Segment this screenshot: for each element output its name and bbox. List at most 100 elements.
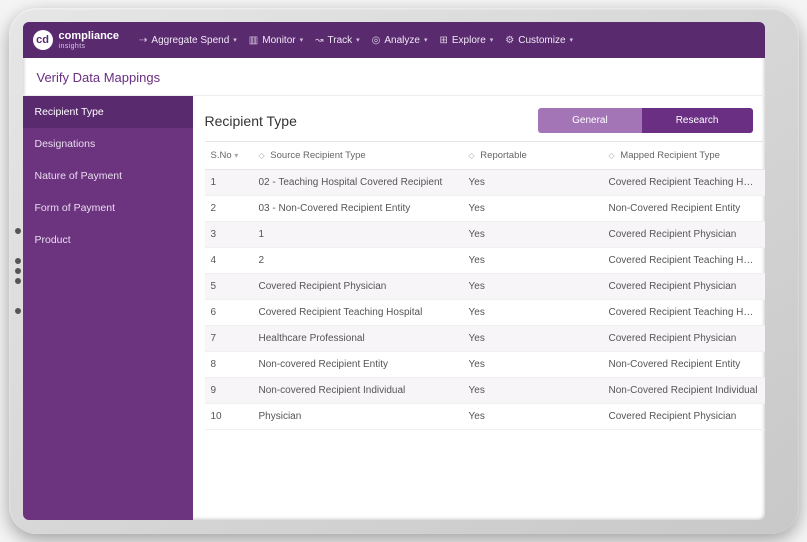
sort-icon: ◇ (469, 151, 475, 160)
col-label: Mapped Recipient Type (620, 150, 720, 161)
cell-mapped: Covered Recipient Physician (603, 404, 765, 430)
cell-source: Non-covered Recipient Entity (253, 352, 463, 378)
table-row[interactable]: 31YesCovered Recipient Physician (205, 222, 765, 248)
chevron-down-icon: ▾ (424, 36, 428, 44)
cell-mapped: Covered Recipient Teaching Hospital (603, 248, 765, 274)
cell-source: 1 (253, 222, 463, 248)
brand[interactable]: cd compliance insights (33, 30, 120, 50)
table-row[interactable]: 5Covered Recipient PhysicianYesCovered R… (205, 274, 765, 300)
cell-reportable: Yes (463, 378, 603, 404)
nav-label: Track (328, 35, 353, 46)
sidebar: Recipient Type Designations Nature of Pa… (23, 96, 193, 520)
cell-reportable: Yes (463, 196, 603, 222)
chevron-down-icon: ▾ (233, 36, 237, 44)
top-navigation: cd compliance insights ⇢ Aggregate Spend… (23, 22, 765, 58)
cell-sno: 9 (205, 378, 253, 404)
cell-sno: 2 (205, 196, 253, 222)
col-header-source[interactable]: ◇ Source Recipient Type (253, 142, 463, 170)
cell-source: Non-covered Recipient Individual (253, 378, 463, 404)
track-icon: ↝ (315, 35, 323, 46)
cell-source: Covered Recipient Teaching Hospital (253, 300, 463, 326)
cell-reportable: Yes (463, 170, 603, 196)
cell-sno: 8 (205, 352, 253, 378)
nav-analyze[interactable]: ◎ Analyze ▾ (372, 35, 428, 46)
page-body: Verify Data Mappings Recipient Type Desi… (23, 58, 765, 520)
brand-name: compliance (59, 31, 120, 42)
cell-sno: 5 (205, 274, 253, 300)
sort-icon: ◇ (609, 151, 615, 160)
sidebar-item-recipient-type[interactable]: Recipient Type (23, 96, 193, 128)
table-row[interactable]: 6Covered Recipient Teaching HospitalYesC… (205, 300, 765, 326)
cell-mapped: Covered Recipient Physician (603, 274, 765, 300)
chevron-down-icon: ▾ (300, 36, 304, 44)
chevron-down-icon: ▾ (570, 36, 574, 44)
col-header-mapped[interactable]: ◇ Mapped Recipient Type (603, 142, 765, 170)
sidebar-item-product[interactable]: Product (23, 224, 193, 256)
col-label: S.No (211, 150, 232, 161)
brand-sub: insights (59, 43, 120, 50)
cell-mapped: Non-Covered Recipient Individual (603, 378, 765, 404)
tab-general[interactable]: General (538, 108, 642, 133)
table-row[interactable]: 9Non-covered Recipient IndividualYesNon-… (205, 378, 765, 404)
tablet-hardware-dots (15, 228, 21, 314)
cell-mapped: Covered Recipient Teaching Hospital (603, 170, 765, 196)
main-header: Recipient Type General Research (205, 108, 765, 133)
nav-label: Explore (452, 35, 486, 46)
cell-mapped: Covered Recipient Teaching Hospital (603, 300, 765, 326)
table-header-row: S.No ▾ ◇ Source Recipient Type ◇ (205, 142, 765, 170)
nav-label: Customize (518, 35, 565, 46)
chevron-down-icon: ▾ (490, 36, 494, 44)
cell-reportable: Yes (463, 274, 603, 300)
cell-reportable: Yes (463, 248, 603, 274)
app-screen: cd compliance insights ⇢ Aggregate Spend… (23, 22, 765, 520)
cell-mapped: Non-Covered Recipient Entity (603, 196, 765, 222)
col-header-reportable[interactable]: ◇ Reportable (463, 142, 603, 170)
cell-sno: 3 (205, 222, 253, 248)
cell-reportable: Yes (463, 222, 603, 248)
cell-mapped: Covered Recipient Physician (603, 326, 765, 352)
data-table: S.No ▾ ◇ Source Recipient Type ◇ (205, 141, 765, 508)
tab-toggle: General Research (538, 108, 752, 133)
table-row[interactable]: 8Non-covered Recipient EntityYesNon-Cove… (205, 352, 765, 378)
table-row[interactable]: 10PhysicianYesCovered Recipient Physicia… (205, 404, 765, 430)
aggregate-spend-icon: ⇢ (139, 35, 147, 46)
sidebar-item-form-of-payment[interactable]: Form of Payment (23, 192, 193, 224)
table-row[interactable]: 7Healthcare ProfessionalYesCovered Recip… (205, 326, 765, 352)
analyze-icon: ◎ (372, 35, 381, 46)
cell-mapped: Covered Recipient Physician (603, 222, 765, 248)
customize-icon: ⚙ (505, 35, 514, 46)
nav-aggregate-spend[interactable]: ⇢ Aggregate Spend ▾ (139, 35, 237, 46)
cell-reportable: Yes (463, 300, 603, 326)
chevron-down-icon: ▾ (356, 36, 360, 44)
table-row[interactable]: 102 - Teaching Hospital Covered Recipien… (205, 170, 765, 196)
monitor-icon: ▥ (249, 35, 258, 46)
nav-explore[interactable]: ⊞ Explore ▾ (439, 35, 493, 46)
tablet-frame: cd compliance insights ⇢ Aggregate Spend… (9, 8, 799, 534)
cell-sno: 4 (205, 248, 253, 274)
nav-label: Analyze (384, 35, 420, 46)
cell-source: 02 - Teaching Hospital Covered Recipient (253, 170, 463, 196)
cell-sno: 10 (205, 404, 253, 430)
nav-track[interactable]: ↝ Track ▾ (315, 35, 360, 46)
table-row[interactable]: 203 - Non-Covered Recipient EntityYesNon… (205, 196, 765, 222)
nav-customize[interactable]: ⚙ Customize ▾ (505, 35, 573, 46)
sidebar-item-designations[interactable]: Designations (23, 128, 193, 160)
brand-logo-icon: cd (33, 30, 53, 50)
cell-sno: 6 (205, 300, 253, 326)
sidebar-item-nature-of-payment[interactable]: Nature of Payment (23, 160, 193, 192)
main-content: Recipient Type General Research (193, 96, 765, 520)
cell-reportable: Yes (463, 404, 603, 430)
sort-icon: ◇ (259, 151, 265, 160)
cell-source: Physician (253, 404, 463, 430)
cell-mapped: Non-Covered Recipient Entity (603, 352, 765, 378)
col-label: Source Recipient Type (270, 150, 365, 161)
tab-research[interactable]: Research (642, 108, 753, 133)
col-label: Reportable (480, 150, 526, 161)
nav-monitor[interactable]: ▥ Monitor ▾ (249, 35, 303, 46)
cell-source: Covered Recipient Physician (253, 274, 463, 300)
table-row[interactable]: 42YesCovered Recipient Teaching Hospital (205, 248, 765, 274)
page-title: Verify Data Mappings (23, 58, 765, 96)
nav-label: Aggregate Spend (151, 35, 229, 46)
sort-icon: ▾ (234, 151, 238, 160)
col-header-sno[interactable]: S.No ▾ (205, 142, 253, 170)
